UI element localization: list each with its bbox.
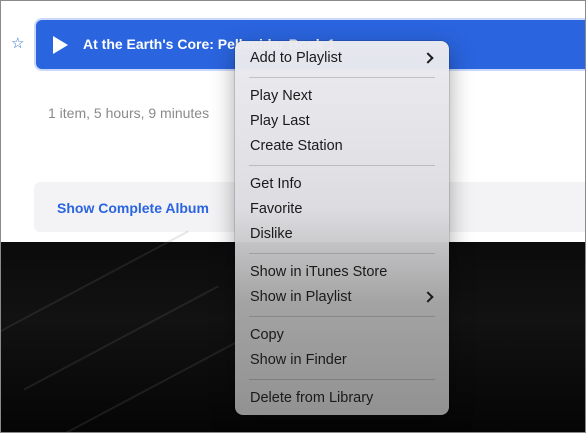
menu-item-label: Show in Playlist: [250, 289, 352, 305]
menu-item-label: Show in iTunes Store: [250, 264, 388, 280]
menu-item-copy[interactable]: Copy: [235, 323, 449, 348]
show-complete-album-link[interactable]: Show Complete Album: [57, 200, 209, 216]
menu-item-label: Create Station: [250, 138, 343, 154]
menu-item-label: Dislike: [250, 226, 293, 242]
menu-item-get-info[interactable]: Get Info: [235, 172, 449, 197]
menu-item-delete-from-library[interactable]: Delete from Library: [235, 386, 449, 411]
menu-item-label: Favorite: [250, 201, 303, 217]
menu-item-label: Show in Finder: [250, 352, 347, 368]
menu-item-dislike[interactable]: Dislike: [235, 222, 449, 247]
album-summary: 1 item, 5 hours, 9 minutes: [48, 105, 210, 121]
menu-item-show-in-itunes-store[interactable]: Show in iTunes Store: [235, 260, 449, 285]
menu-item-play-last[interactable]: Play Last: [235, 109, 449, 134]
menu-item-show-in-finder[interactable]: Show in Finder: [235, 348, 449, 373]
screenshot-frame: ☆ At the Earth's Core: Pellucidar Book 1…: [0, 0, 586, 433]
chevron-right-icon: [422, 291, 434, 303]
menu-separator: [249, 379, 435, 380]
menu-separator: [249, 253, 435, 254]
menu-item-create-station[interactable]: Create Station: [235, 134, 449, 159]
chevron-right-icon: [422, 52, 434, 64]
menu-item-show-in-playlist[interactable]: Show in Playlist: [235, 285, 449, 310]
menu-separator: [249, 165, 435, 166]
background-streak: [43, 340, 239, 432]
menu-item-label: Copy: [250, 327, 284, 343]
menu-item-label: Play Last: [250, 113, 310, 129]
menu-item-play-next[interactable]: Play Next: [235, 84, 449, 109]
menu-item-label: Delete from Library: [250, 390, 374, 406]
menu-item-label: Add to Playlist: [250, 50, 342, 66]
menu-item-label: Get Info: [250, 176, 302, 192]
context-menu: Add to Playlist Play Next Play Last Create …: [235, 41, 449, 415]
menu-item-favorite[interactable]: Favorite: [235, 197, 449, 222]
menu-item-label: Play Next: [250, 88, 313, 104]
star-icon[interactable]: ☆: [11, 36, 27, 52]
menu-separator: [249, 316, 435, 317]
menu-separator: [249, 77, 435, 78]
background-streak: [1, 230, 189, 336]
play-icon[interactable]: [53, 36, 68, 54]
menu-item-add-to-playlist[interactable]: Add to Playlist: [235, 46, 449, 71]
